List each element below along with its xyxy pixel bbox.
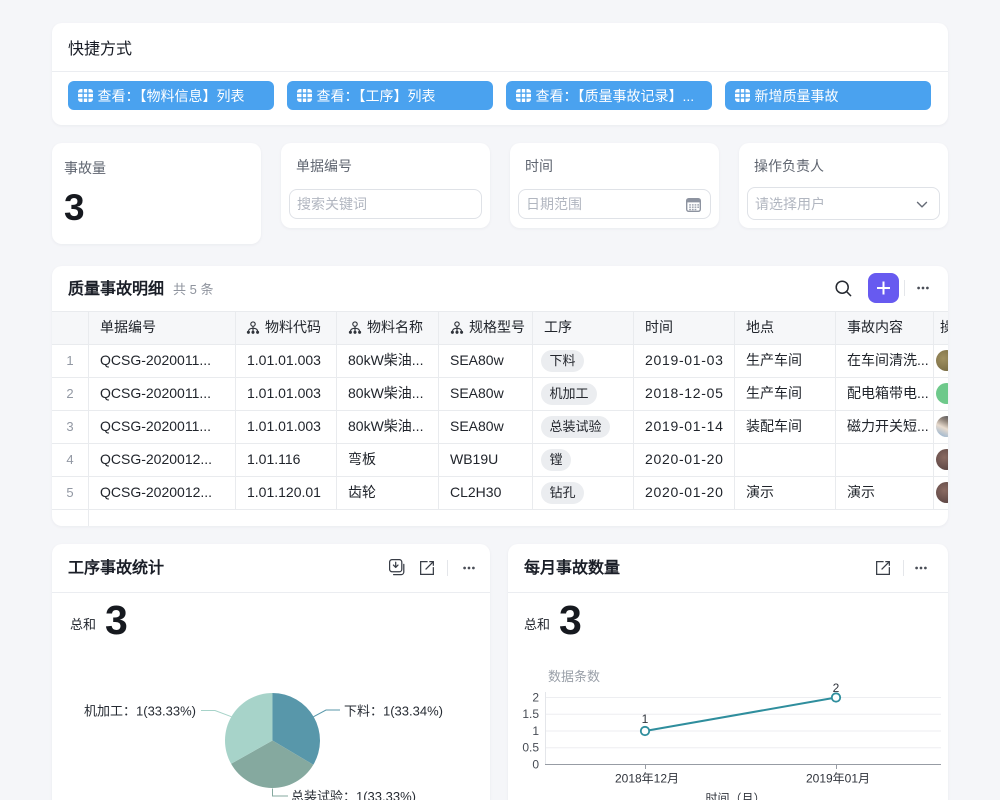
svg-text:时间（月）: 时间（月）: [705, 792, 765, 800]
svg-text:总装试验：1(33.33%): 总装试验：1(33.33%): [291, 789, 416, 800]
svg-text:1: 1: [532, 724, 539, 738]
svg-text:1.5: 1.5: [522, 707, 539, 721]
svg-text:数据条数: 数据条数: [548, 669, 600, 684]
svg-text:2: 2: [833, 681, 840, 695]
svg-text:2018年12月: 2018年12月: [615, 772, 679, 786]
svg-text:0: 0: [532, 757, 539, 771]
svg-text:机加工：1(33.33%): 机加工：1(33.33%): [84, 704, 196, 719]
svg-text:2: 2: [532, 690, 539, 704]
svg-text:1: 1: [642, 712, 649, 726]
svg-text:下料：1(33.34%): 下料：1(33.34%): [344, 704, 443, 719]
svg-text:0.5: 0.5: [522, 741, 539, 755]
svg-text:2019年01月: 2019年01月: [806, 772, 870, 786]
